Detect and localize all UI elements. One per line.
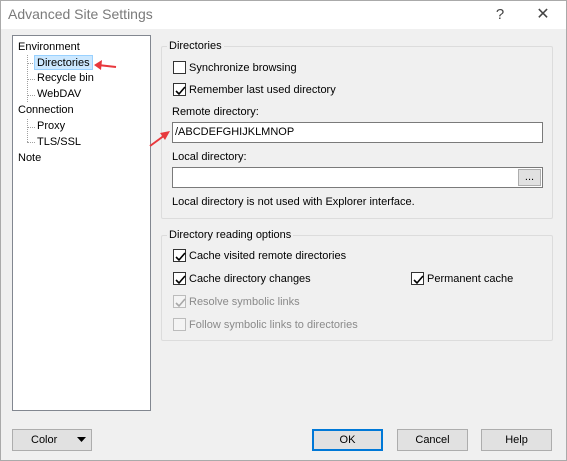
remember-last-dir-checkbox[interactable]: Remember last used directory bbox=[173, 82, 336, 97]
window-title: Advanced Site Settings bbox=[8, 6, 153, 22]
directories-group-title: Directories bbox=[167, 40, 224, 53]
cache-visited-label: Cache visited remote directories bbox=[189, 250, 347, 263]
checkmark-icon bbox=[173, 271, 186, 285]
remote-directory-label: Remote directory: bbox=[172, 106, 259, 118]
ok-button[interactable]: OK bbox=[312, 429, 383, 451]
color-button-label: Color bbox=[31, 434, 58, 446]
tree-item-connection[interactable]: Connection bbox=[18, 103, 74, 118]
remember-last-dir-label: Remember last used directory bbox=[189, 84, 336, 97]
checkmark-icon bbox=[173, 82, 186, 96]
settings-tree: Environment Directories Recycle bin WebD… bbox=[12, 35, 151, 411]
checkmark-icon bbox=[411, 271, 424, 285]
follow-symlinks-label: Follow symbolic links to directories bbox=[189, 319, 358, 332]
help-icon[interactable]: ? bbox=[488, 4, 512, 26]
local-directory-input[interactable] bbox=[172, 167, 543, 188]
color-button[interactable]: Color bbox=[12, 429, 92, 451]
reading-options-group-title: Directory reading options bbox=[167, 229, 294, 242]
tree-item-recycle-bin[interactable]: Recycle bin bbox=[37, 71, 94, 86]
directories-group: Directories Synchronize browsing Remembe… bbox=[161, 40, 553, 219]
remote-directory-input[interactable]: /ABCDEFGHIJKLMNOP bbox=[172, 122, 543, 143]
tree-item-environment[interactable]: Environment bbox=[18, 40, 80, 55]
tree-item-proxy[interactable]: Proxy bbox=[37, 119, 65, 134]
cache-changes-label: Cache directory changes bbox=[189, 273, 311, 286]
dropdown-arrow-icon bbox=[77, 437, 86, 442]
annotation-arrow-icon bbox=[149, 131, 170, 147]
local-directory-note: Local directory is not used with Explore… bbox=[172, 196, 415, 208]
annotation-arrow-icon bbox=[94, 60, 117, 70]
checkmark-icon bbox=[173, 294, 186, 308]
reading-options-group: Directory reading options Cache visited … bbox=[161, 229, 553, 341]
tree-connector bbox=[27, 79, 35, 80]
tree-item-webdav[interactable]: WebDAV bbox=[37, 87, 81, 102]
cancel-button[interactable]: Cancel bbox=[397, 429, 468, 451]
browse-button[interactable]: ... bbox=[518, 169, 541, 186]
cache-changes-checkbox[interactable]: Cache directory changes bbox=[173, 271, 311, 286]
resolve-symlinks-checkbox: Resolve symbolic links bbox=[173, 294, 300, 309]
checkmark-icon bbox=[173, 248, 186, 262]
local-directory-label: Local directory: bbox=[172, 151, 247, 163]
tree-item-tls-ssl[interactable]: TLS/SSL bbox=[37, 135, 81, 150]
advanced-site-settings-dialog: Advanced Site Settings ? ✕ Environment D… bbox=[0, 0, 567, 461]
tree-connector bbox=[27, 95, 35, 96]
sync-browsing-checkbox[interactable]: Synchronize browsing bbox=[173, 60, 297, 75]
help-button[interactable]: Help bbox=[481, 429, 552, 451]
cache-visited-checkbox[interactable]: Cache visited remote directories bbox=[173, 248, 347, 263]
tree-item-directories[interactable]: Directories bbox=[34, 55, 93, 70]
permanent-cache-checkbox[interactable]: Permanent cache bbox=[411, 271, 514, 286]
checkbox-box bbox=[173, 317, 186, 331]
follow-symlinks-checkbox: Follow symbolic links to directories bbox=[173, 317, 358, 332]
sync-browsing-label: Synchronize browsing bbox=[189, 62, 297, 75]
close-icon[interactable]: ✕ bbox=[531, 4, 555, 26]
title-bar: Advanced Site Settings ? ✕ bbox=[1, 1, 566, 29]
resolve-symlinks-label: Resolve symbolic links bbox=[189, 296, 300, 309]
permanent-cache-label: Permanent cache bbox=[427, 273, 514, 286]
checkbox-box bbox=[173, 60, 186, 74]
tree-connector bbox=[27, 142, 35, 143]
tree-connector bbox=[27, 127, 35, 128]
tree-item-note[interactable]: Note bbox=[18, 151, 41, 166]
tree-connector bbox=[27, 119, 28, 142]
